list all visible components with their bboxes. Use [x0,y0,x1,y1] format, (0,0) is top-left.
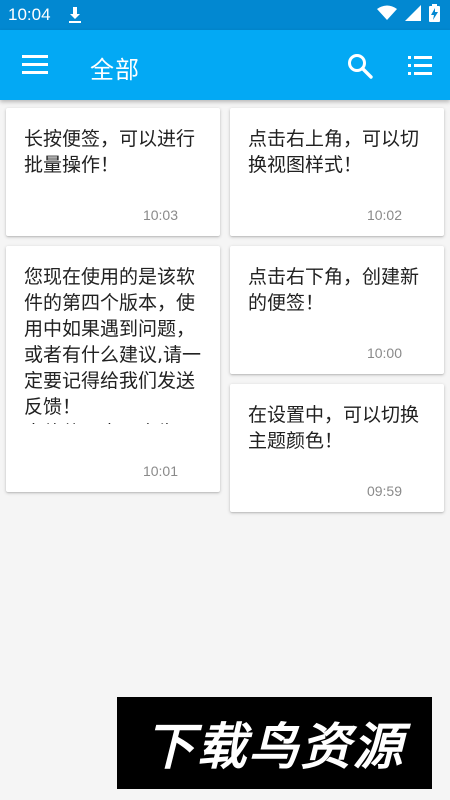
download-icon [67,6,83,24]
list-view-icon[interactable] [406,52,434,80]
note-time: 10:03 [142,207,178,223]
page-title: 全部 [90,56,140,84]
menu-icon[interactable] [22,54,48,76]
note-time: 10:02 [366,207,402,223]
note-time: 10:00 [366,345,402,361]
note-card[interactable]: 点击右上角，可以切换视图样式！ 10:02 [230,108,444,236]
watermark-text: 下载鸟资源 [144,718,405,776]
note-text: 点击右上角，可以切换视图样式！ [248,128,420,176]
wifi-icon [377,5,397,25]
note-text: 您现在使用的是该软件的第四个版本，使用中如果遇到问题，或者有什么建议,请一定要记… [24,266,202,424]
battery-charging-icon [429,4,440,26]
status-bar: 10:04 [0,0,450,30]
note-text: 在设置中，可以切换主题颜色！ [248,404,420,452]
note-card[interactable]: 在设置中，可以切换主题颜色！ 09:59 [230,384,444,512]
note-time: 09:59 [366,483,402,499]
note-card[interactable]: 长按便签，可以进行批量操作！ 10:03 [6,108,220,236]
note-card[interactable]: 您现在使用的是该软件的第四个版本，使用中如果遇到问题，或者有什么建议,请一定要记… [6,246,220,492]
note-time: 10:01 [142,463,178,479]
note-text: 点击右下角，创建新的便签！ [248,266,420,314]
note-text: 长按便签，可以进行批量操作！ [24,128,196,176]
app-bar: 全部 [0,30,450,100]
signal-icon [405,5,421,25]
watermark-logo: 下载鸟资源 [117,697,432,789]
search-icon[interactable] [346,52,374,80]
status-time: 10:04 [8,5,51,24]
note-card[interactable]: 点击右下角，创建新的便签！ 10:00 [230,246,444,374]
